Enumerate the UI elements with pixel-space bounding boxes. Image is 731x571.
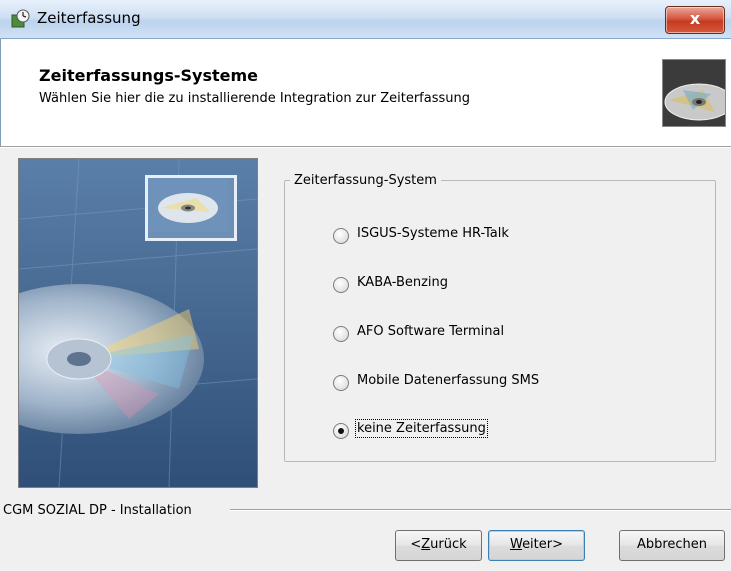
radio-mobile-sms[interactable] xyxy=(333,375,349,391)
title-bar[interactable]: Zeiterfassung x xyxy=(0,0,731,39)
cd-disc-icon xyxy=(662,59,726,127)
radio-kaba[interactable] xyxy=(333,277,349,293)
radio-none[interactable] xyxy=(333,423,349,439)
page-title: Zeiterfassungs-Systeme xyxy=(39,66,259,85)
back-button[interactable]: <Zurück xyxy=(395,530,482,561)
radio-afo[interactable] xyxy=(333,326,349,342)
radio-label-kaba[interactable]: KABA-Benzing xyxy=(357,275,448,290)
next-button[interactable]: Weiter> xyxy=(488,530,585,561)
installer-brand-label: CGM SOZIAL DP - Installation xyxy=(3,503,198,518)
radio-label-afo[interactable]: AFO Software Terminal xyxy=(357,324,504,339)
window-title: Zeiterfassung xyxy=(37,9,141,27)
page-subtitle: Wählen Sie hier die zu installierende In… xyxy=(39,91,470,106)
wizard-content: Zeiterfassung-System ISGUS-Systeme HR-Ta… xyxy=(0,148,731,571)
installer-clock-icon xyxy=(10,9,30,29)
footer-separator xyxy=(230,509,731,511)
cd-thumbnail xyxy=(145,175,237,241)
close-button[interactable]: x xyxy=(665,6,725,34)
wizard-header: Zeiterfassungs-Systeme Wählen Sie hier d… xyxy=(0,39,731,146)
radio-label-none[interactable]: keine Zeiterfassung xyxy=(355,419,488,438)
radio-isgus[interactable] xyxy=(333,228,349,244)
cd-banner-image xyxy=(18,158,258,488)
time-tracking-groupbox xyxy=(284,180,716,462)
radio-label-mobile-sms[interactable]: Mobile Datenerfassung SMS xyxy=(357,373,539,388)
close-icon: x xyxy=(689,9,701,28)
radio-label-isgus[interactable]: ISGUS-Systeme HR-Talk xyxy=(357,226,509,241)
groupbox-legend: Zeiterfassung-System xyxy=(290,173,441,188)
cancel-button[interactable]: Abbrechen xyxy=(619,530,725,561)
